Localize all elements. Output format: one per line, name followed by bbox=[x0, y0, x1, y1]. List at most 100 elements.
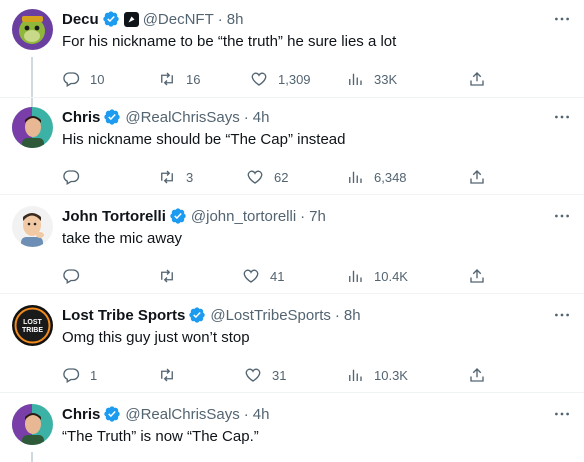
avatar[interactable] bbox=[12, 9, 53, 50]
more-options-icon[interactable] bbox=[552, 305, 572, 325]
heart-icon bbox=[245, 368, 261, 382]
avatar[interactable] bbox=[12, 206, 53, 247]
reply-button[interactable]: 1 bbox=[62, 365, 97, 385]
user-handle[interactable]: @RealChrisSays bbox=[125, 406, 239, 423]
green-ape-avatar-icon bbox=[12, 9, 53, 50]
retweet-button[interactable]: 16 bbox=[158, 69, 200, 89]
reply-count: 10 bbox=[90, 71, 105, 87]
reply-icon bbox=[63, 368, 80, 383]
share-button[interactable] bbox=[468, 266, 486, 286]
display-name[interactable]: Chris bbox=[62, 406, 100, 423]
verified-badge-icon bbox=[188, 306, 206, 324]
tweet-actions: 3 62 6,348 bbox=[62, 167, 492, 187]
reply-icon bbox=[63, 170, 80, 185]
more-options-icon[interactable] bbox=[552, 206, 572, 226]
tweet-text: For his nickname to be “the truth” he su… bbox=[62, 33, 397, 50]
like-count: 31 bbox=[272, 367, 287, 383]
tweet-actions: 10 16 1,309 33K bbox=[62, 69, 492, 89]
like-button[interactable]: 31 bbox=[244, 365, 286, 385]
svg-text:TRIBE: TRIBE bbox=[22, 327, 43, 334]
share-button[interactable] bbox=[468, 365, 486, 385]
reply-button[interactable] bbox=[62, 167, 90, 187]
timestamp[interactable]: 8h bbox=[227, 11, 244, 28]
lost-tribe-logo-icon: LOST TRIBE bbox=[12, 305, 53, 346]
verified-badge-icon bbox=[103, 405, 121, 423]
view-count: 6,348 bbox=[374, 169, 407, 185]
avatar[interactable]: LOST TRIBE bbox=[12, 305, 53, 346]
user-handle[interactable]: @RealChrisSays bbox=[125, 109, 239, 126]
views-chart-icon bbox=[349, 270, 362, 282]
timestamp[interactable]: 4h bbox=[253, 109, 270, 126]
tweet-text: His nickname should be “The Cap” instead bbox=[62, 131, 346, 148]
like-count: 41 bbox=[270, 268, 285, 284]
views-chart-icon bbox=[349, 369, 362, 381]
more-options-icon[interactable] bbox=[552, 9, 572, 29]
tweet-header: Decu @DecNFT · 8h bbox=[62, 9, 243, 29]
reply-button[interactable] bbox=[62, 266, 90, 286]
display-name[interactable]: Chris bbox=[62, 109, 100, 126]
separator-dot: · bbox=[243, 405, 249, 423]
display-name[interactable]: Decu bbox=[62, 11, 99, 28]
like-button[interactable]: 41 bbox=[242, 266, 284, 286]
user-handle[interactable]: @LostTribeSports bbox=[210, 307, 331, 324]
share-icon bbox=[470, 269, 484, 283]
share-icon bbox=[470, 72, 484, 86]
share-icon bbox=[470, 170, 484, 184]
views-chart-icon bbox=[349, 73, 362, 85]
retweet-button[interactable] bbox=[158, 365, 186, 385]
heart-icon bbox=[247, 170, 263, 184]
timestamp[interactable]: 7h bbox=[309, 208, 326, 225]
views-button[interactable]: 10.3K bbox=[346, 365, 408, 385]
tweet-actions: 41 10.4K bbox=[62, 266, 492, 286]
divider bbox=[0, 392, 584, 393]
tweet-text: “The Truth” is now “The Cap.” bbox=[62, 428, 259, 445]
more-options-icon[interactable] bbox=[552, 107, 572, 127]
avatar[interactable] bbox=[12, 404, 53, 445]
man-portrait-avatar-icon bbox=[12, 107, 53, 148]
tweet-text: take the mic away bbox=[62, 230, 183, 247]
display-name[interactable]: John Tortorelli bbox=[62, 208, 166, 225]
user-handle[interactable]: @john_tortorelli bbox=[191, 208, 296, 225]
retweet-button[interactable] bbox=[158, 266, 186, 286]
views-button[interactable]: 33K bbox=[346, 69, 397, 89]
divider bbox=[0, 194, 584, 195]
divider bbox=[0, 97, 584, 98]
heart-icon bbox=[243, 269, 259, 283]
tweet-text: Omg this guy just won’t stop bbox=[62, 329, 250, 346]
retweet-icon bbox=[161, 368, 173, 382]
reply-icon bbox=[63, 72, 80, 87]
share-button[interactable] bbox=[468, 167, 486, 187]
retweet-count: 16 bbox=[186, 71, 201, 87]
retweet-count: 3 bbox=[186, 169, 194, 185]
tweet-header: Chris @RealChrisSays · 4h bbox=[62, 107, 269, 127]
verified-badge-icon bbox=[169, 207, 187, 225]
divider bbox=[0, 293, 584, 294]
more-options-icon[interactable] bbox=[552, 404, 572, 424]
tweet-header: John Tortorelli @john_tortorelli · 7h bbox=[62, 206, 326, 226]
user-handle[interactable]: @DecNFT bbox=[143, 11, 214, 28]
like-count: 62 bbox=[274, 169, 289, 185]
verified-badge-icon bbox=[102, 10, 120, 28]
timestamp[interactable]: 8h bbox=[344, 307, 361, 324]
man-portrait-avatar-icon bbox=[12, 404, 53, 445]
view-count: 10.4K bbox=[374, 268, 408, 284]
tweet-actions: 1 31 10.3K bbox=[62, 365, 492, 385]
view-count: 10.3K bbox=[374, 367, 408, 383]
like-button[interactable]: 1,309 bbox=[250, 69, 311, 89]
retweet-button[interactable]: 3 bbox=[158, 167, 193, 187]
display-name[interactable]: Lost Tribe Sports bbox=[62, 307, 185, 324]
views-button[interactable]: 6,348 bbox=[346, 167, 407, 187]
retweet-icon bbox=[161, 72, 173, 86]
svg-text:LOST: LOST bbox=[23, 319, 42, 326]
reply-icon bbox=[63, 269, 80, 284]
avatar[interactable] bbox=[12, 107, 53, 148]
retweet-icon bbox=[161, 170, 173, 184]
reply-button[interactable]: 10 bbox=[62, 69, 104, 89]
views-chart-icon bbox=[349, 171, 362, 183]
like-count: 1,309 bbox=[278, 71, 311, 87]
like-button[interactable]: 62 bbox=[246, 167, 288, 187]
retweet-icon bbox=[161, 269, 173, 283]
views-button[interactable]: 10.4K bbox=[346, 266, 408, 286]
timestamp[interactable]: 4h bbox=[253, 406, 270, 423]
share-button[interactable] bbox=[468, 69, 486, 89]
